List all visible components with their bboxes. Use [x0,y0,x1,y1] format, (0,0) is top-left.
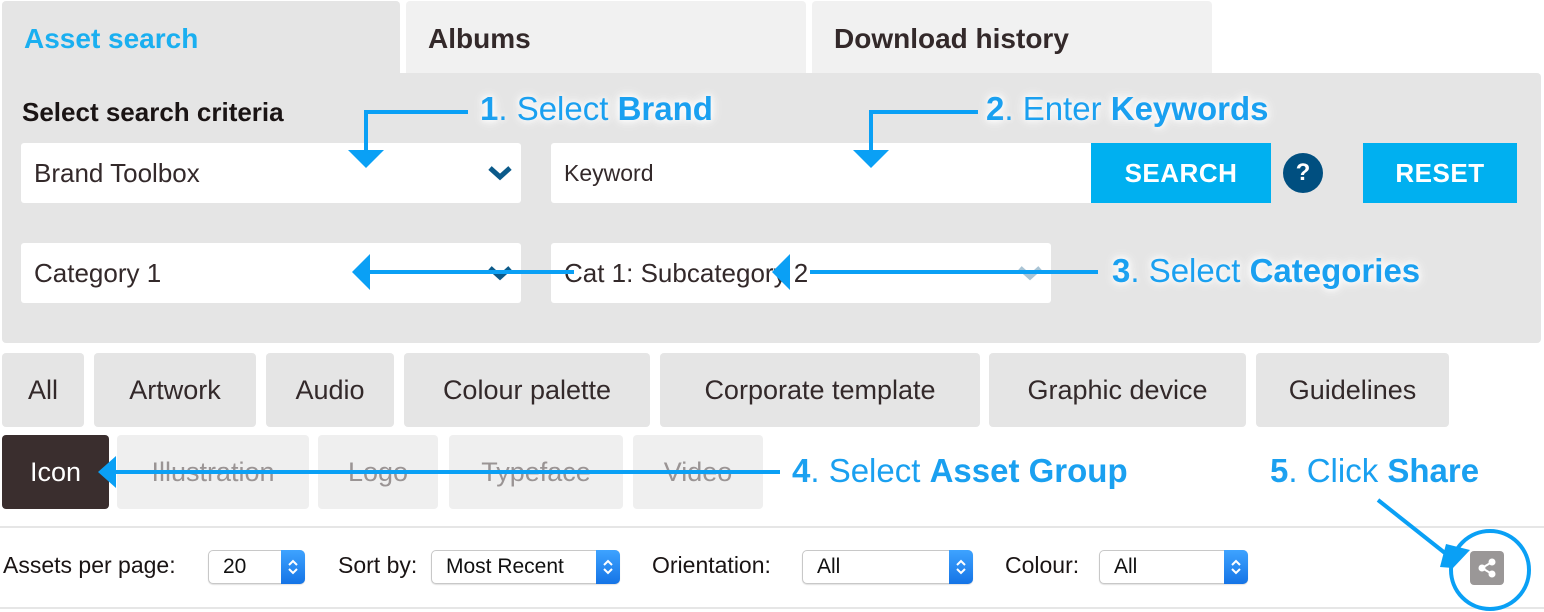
per-page-select[interactable]: 20 [208,550,305,584]
annotation-1: 1. Select Brand [480,90,713,127]
brand-select[interactable]: Brand Toolbox [21,143,521,203]
arrowhead-5 [1440,544,1470,568]
brand-select-value: Brand Toolbox [34,157,200,188]
group-illustration[interactable]: Illustration [117,435,309,509]
group-guidelines[interactable]: Guidelines [1256,353,1449,427]
chevron-down-icon [1018,266,1042,281]
category-select-value: Category 1 [34,257,162,288]
sort-select[interactable]: Most Recent [431,550,620,584]
panel-title: Select search criteria [22,97,284,127]
group-artwork[interactable]: Artwork [94,353,256,427]
per-page-label: Assets per page: [3,552,176,578]
tab-download-history[interactable]: Download history [812,1,1212,73]
stepper-icon [949,550,973,584]
chevron-down-icon [488,266,512,281]
subcategory-select[interactable]: Cat 1: Subcategory 2 [551,243,1051,303]
annotation-5: 5. Click Share [1270,452,1480,489]
search-criteria-panel: Select search criteria Brand Toolbox Key… [2,73,1541,343]
colour-select[interactable]: All [1099,550,1248,584]
group-graphic-device[interactable]: Graphic device [989,353,1246,427]
share-icon [1478,558,1496,578]
group-icon[interactable]: Icon [2,435,109,509]
annotation-4: 4. Select Asset Group [792,452,1128,489]
per-page-value: 20 [223,555,247,578]
divider [0,526,1544,528]
group-all[interactable]: All [2,353,84,427]
keyword-input[interactable]: Keyword [551,143,1093,203]
arrow-5 [1376,498,1452,559]
stepper-icon [1224,550,1248,584]
tab-bar: Asset search Albums Download history [0,0,1544,73]
share-button[interactable] [1470,551,1504,585]
orientation-label: Orientation: [652,552,771,578]
tab-asset-search[interactable]: Asset search [2,1,400,73]
category-select[interactable]: Category 1 [21,243,521,303]
stepper-icon [281,550,305,584]
colour-value: All [1114,555,1138,578]
annotation-3: 3. Select Categories [1112,252,1421,289]
help-icon[interactable]: ? [1283,153,1323,193]
group-corporate-template[interactable]: Corporate template [660,353,980,427]
stepper-icon [596,550,620,584]
divider [0,607,1544,609]
subcategory-select-value: Cat 1: Subcategory 2 [564,257,809,288]
group-typeface[interactable]: Typeface [449,435,623,509]
tab-albums[interactable]: Albums [406,1,806,73]
reset-button[interactable]: RESET [1363,143,1517,203]
sort-value: Most Recent [446,555,564,578]
group-logo[interactable]: Logo [318,435,438,509]
keyword-placeholder: Keyword [564,159,654,186]
group-colour-palette[interactable]: Colour palette [404,353,650,427]
orientation-value: All [817,555,841,578]
annotation-2: 2. Enter Keywords [986,90,1269,127]
chevron-down-icon [488,166,512,181]
group-audio[interactable]: Audio [266,353,394,427]
search-button[interactable]: SEARCH [1091,143,1271,203]
orientation-select[interactable]: All [802,550,973,584]
sort-label: Sort by: [338,552,418,578]
group-video[interactable]: Video [633,435,763,509]
colour-label: Colour: [1005,552,1080,578]
